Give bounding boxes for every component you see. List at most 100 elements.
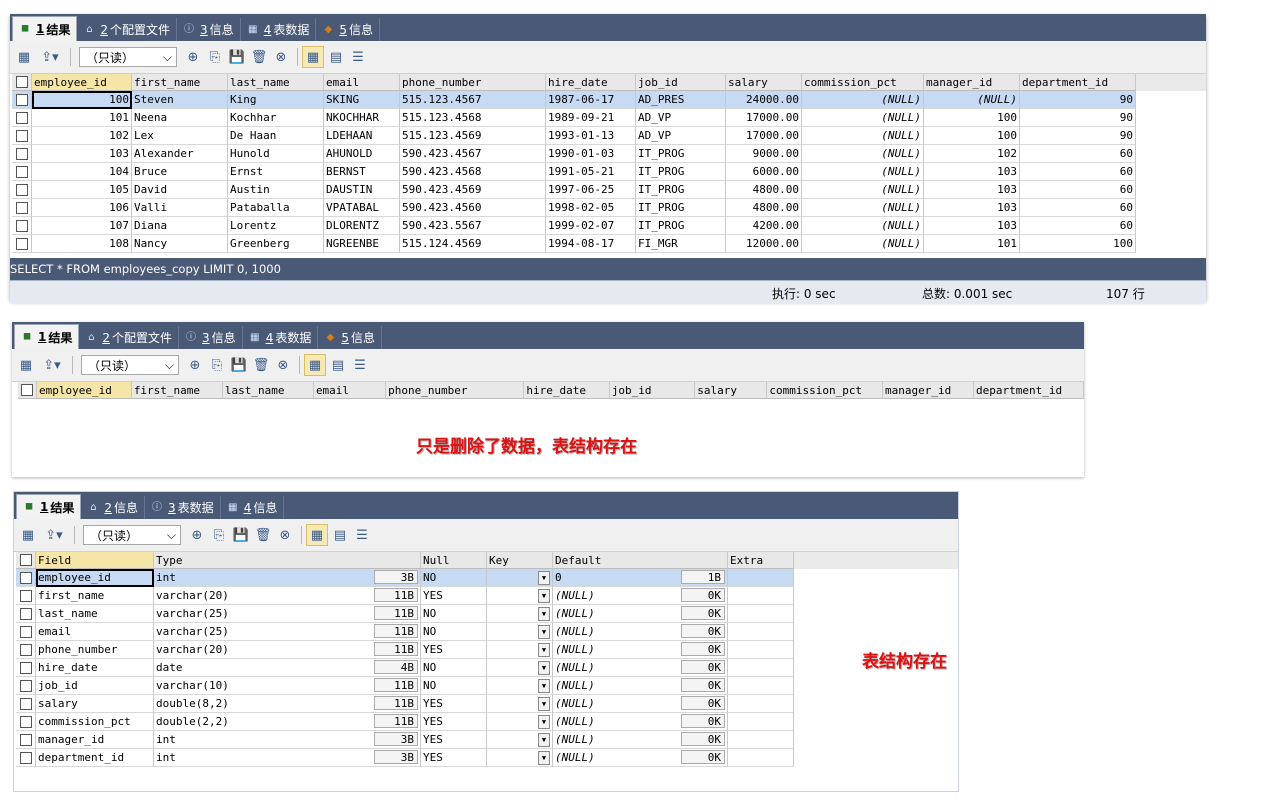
cell-salary[interactable]: 17000.00 <box>726 127 802 145</box>
cell-phone_number[interactable]: 590.423.4568 <box>400 163 546 181</box>
column-header-job_id[interactable]: job_id <box>609 382 696 399</box>
cell-manager_id[interactable]: 100 <box>924 109 1020 127</box>
checkbox[interactable] <box>19 733 32 746</box>
row-checkbox[interactable] <box>12 181 32 199</box>
cell-department_id[interactable]: 60 <box>1020 145 1136 163</box>
add-row-icon[interactable]: ⊕ <box>187 525 207 545</box>
row-checkbox[interactable] <box>12 91 32 109</box>
cell-last_name[interactable]: Hunold <box>228 145 324 163</box>
cell-employee_id[interactable]: 106 <box>32 199 132 217</box>
cell-manager_id[interactable]: 103 <box>924 163 1020 181</box>
cell-email[interactable]: NKOCHHAR <box>324 109 400 127</box>
cell-commission_pct[interactable]: (NULL) <box>802 127 924 145</box>
cell-field[interactable]: email <box>36 623 154 641</box>
cell-type[interactable]: int 3B <box>154 569 421 587</box>
delete-icon[interactable]: 🗑 <box>251 355 271 375</box>
delete-icon[interactable]: 🗑 <box>253 525 273 545</box>
export-icon[interactable]: ⇪▾ <box>38 355 66 375</box>
checkbox[interactable] <box>15 129 28 142</box>
table-row[interactable]: 107 Diana Lorentz DLORENTZ 590.423.5567 1999-… <box>12 217 1206 235</box>
cell-field[interactable]: first_name <box>36 587 154 605</box>
checkbox[interactable] <box>19 697 32 710</box>
cell-default[interactable]: (NULL) 0K <box>553 731 728 749</box>
cell-employee_id[interactable]: 101 <box>32 109 132 127</box>
row-checkbox[interactable] <box>16 587 36 605</box>
cell-commission_pct[interactable]: (NULL) <box>802 199 924 217</box>
cancel-icon[interactable]: ⊗ <box>271 47 291 67</box>
cell-hire_date[interactable]: 1999-02-07 <box>546 217 636 235</box>
cell-default[interactable]: (NULL) 0K <box>553 677 728 695</box>
cell-last_name[interactable]: Kochhar <box>228 109 324 127</box>
column-header-department_id[interactable]: department_id <box>974 382 1085 399</box>
cell-null[interactable]: NO <box>421 659 487 677</box>
table-row[interactable]: department_id int 3B YES ▼ (NULL) 0K <box>16 749 958 767</box>
cell-field[interactable]: salary <box>36 695 154 713</box>
cell-email[interactable]: VPATABAL <box>324 199 400 217</box>
cell-phone_number[interactable]: 590.423.4569 <box>400 181 546 199</box>
cell-manager_id[interactable]: 102 <box>924 145 1020 163</box>
text-view-icon[interactable]: ☰ <box>350 355 370 375</box>
cell-salary[interactable]: 24000.00 <box>726 91 802 109</box>
cell-field[interactable]: job_id <box>36 677 154 695</box>
cell-default[interactable]: (NULL) 0K <box>553 713 728 731</box>
cell-null[interactable]: YES <box>421 695 487 713</box>
cell-job_id[interactable]: AD_PRES <box>636 91 726 109</box>
cell-first_name[interactable]: Valli <box>132 199 228 217</box>
cell-salary[interactable]: 12000.00 <box>726 235 802 253</box>
form-view-icon[interactable]: ▤ <box>330 525 350 545</box>
row-checkbox[interactable] <box>16 713 36 731</box>
cell-first_name[interactable]: Lex <box>132 127 228 145</box>
cell-default[interactable]: (NULL) 0K <box>553 641 728 659</box>
cell-commission_pct[interactable]: (NULL) <box>802 91 924 109</box>
grid-view-icon[interactable]: ▦ <box>302 46 324 68</box>
cell-first_name[interactable]: Alexander <box>132 145 228 163</box>
cell-hire_date[interactable]: 1990-01-03 <box>546 145 636 163</box>
cell-hire_date[interactable]: 1997-06-25 <box>546 181 636 199</box>
cell-email[interactable]: LDEHAAN <box>324 127 400 145</box>
tab-5[interactable]: ◆ 5 信息 <box>316 18 380 41</box>
table-row[interactable]: salary double(8,2) 11B YES ▼ (NULL) 0K <box>16 695 958 713</box>
cell-phone_number[interactable]: 590.423.4567 <box>400 145 546 163</box>
tab-1[interactable]: ◼ 1 结果 <box>12 16 78 41</box>
cell-salary[interactable]: 4800.00 <box>726 199 802 217</box>
column-header-manager_id[interactable]: manager_id <box>882 382 975 399</box>
column-header-null[interactable]: Null <box>421 552 487 569</box>
cell-employee_id[interactable]: 108 <box>32 235 132 253</box>
cell-department_id[interactable]: 90 <box>1020 91 1136 109</box>
cell-extra[interactable] <box>728 695 794 713</box>
table-row[interactable]: manager_id int 3B YES ▼ (NULL) 0K <box>16 731 958 749</box>
checkbox[interactable] <box>15 183 28 196</box>
cell-salary[interactable]: 4800.00 <box>726 181 802 199</box>
cell-key[interactable]: ▼ <box>487 641 553 659</box>
column-header-key[interactable]: Key <box>487 552 553 569</box>
cell-key[interactable]: ▼ <box>487 749 553 767</box>
cell-field[interactable]: department_id <box>36 749 154 767</box>
cell-job_id[interactable]: FI_MGR <box>636 235 726 253</box>
readonly-select[interactable]: （只读） ⌵ <box>81 355 179 375</box>
cell-last_name[interactable]: Pataballa <box>228 199 324 217</box>
chevron-down-icon[interactable]: ▼ <box>538 588 550 603</box>
column-header-phone_number[interactable]: phone_number <box>400 74 546 91</box>
cell-department_id[interactable]: 60 <box>1020 199 1136 217</box>
column-header-type[interactable]: Type <box>154 552 421 569</box>
cell-manager_id[interactable]: 103 <box>924 217 1020 235</box>
cell-department_id[interactable]: 60 <box>1020 163 1136 181</box>
cell-employee_id[interactable]: 107 <box>32 217 132 235</box>
cell-key[interactable]: ▼ <box>487 713 553 731</box>
cell-commission_pct[interactable]: (NULL) <box>802 163 924 181</box>
column-header-email[interactable]: email <box>313 382 387 399</box>
cell-field[interactable]: employee_id <box>36 569 154 587</box>
cell-employee_id[interactable]: 102 <box>32 127 132 145</box>
cell-null[interactable]: YES <box>421 641 487 659</box>
checkbox[interactable] <box>20 384 33 396</box>
cell-last_name[interactable]: Ernst <box>228 163 324 181</box>
cell-type[interactable]: varchar(20) 11B <box>154 587 421 605</box>
cell-extra[interactable] <box>728 659 794 677</box>
row-checkbox[interactable] <box>16 659 36 677</box>
cell-default[interactable]: (NULL) 0K <box>553 587 728 605</box>
table-row[interactable]: first_name varchar(20) 11B YES ▼ (NULL) 0K <box>16 587 958 605</box>
cell-hire_date[interactable]: 1993-01-13 <box>546 127 636 145</box>
row-checkbox[interactable] <box>12 163 32 181</box>
cell-type[interactable]: date 4B <box>154 659 421 677</box>
table-row[interactable]: last_name varchar(25) 11B NO ▼ (NULL) 0K <box>16 605 958 623</box>
